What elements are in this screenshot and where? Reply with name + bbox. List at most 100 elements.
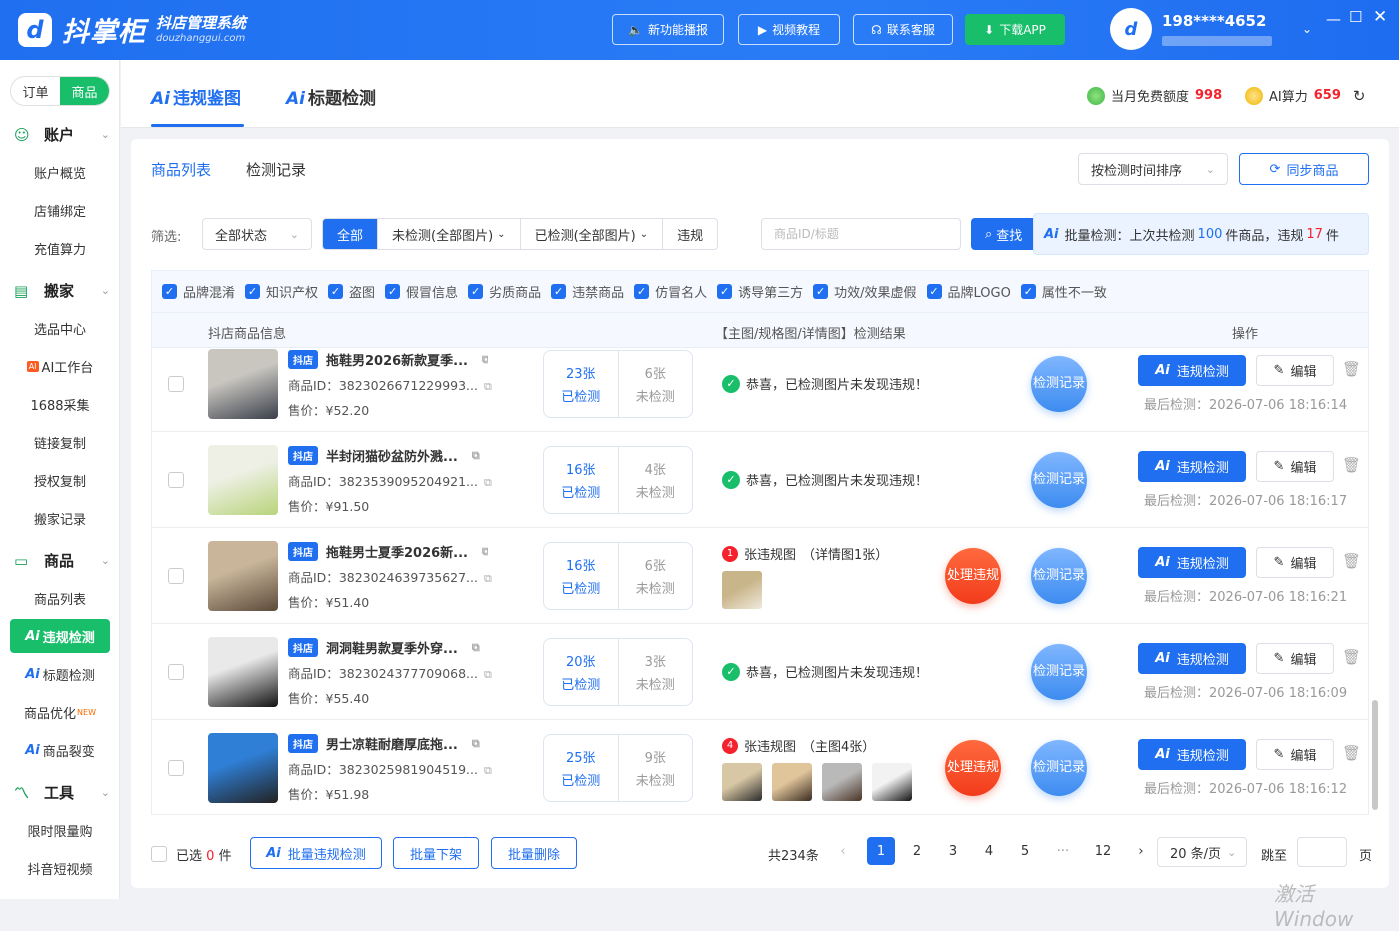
sidebar-item-short-video[interactable]: 抖音短视频 bbox=[10, 851, 110, 885]
detect-record-button[interactable]: 检测 记录 bbox=[1031, 356, 1087, 412]
copy-icon[interactable]: ⧉ bbox=[484, 380, 492, 393]
page-button[interactable]: 2 bbox=[903, 837, 931, 865]
product-image[interactable] bbox=[208, 541, 278, 611]
page-size-select[interactable]: 20 条/页 ⌄ bbox=[1157, 837, 1247, 867]
product-title[interactable]: 抖店 男士凉鞋耐磨厚底拖... ⧉ bbox=[288, 734, 488, 753]
category-filter[interactable]: ✓ 诱导第三方 bbox=[717, 282, 803, 301]
sidebar-item-violation-check[interactable]: Ai 违规检测 bbox=[10, 619, 110, 653]
feature-news-button[interactable]: 🔈 新功能播报 bbox=[612, 14, 724, 45]
sync-products-button[interactable]: ⟳ 同步商品 bbox=[1239, 153, 1369, 185]
page-button[interactable]: 3 bbox=[939, 837, 967, 865]
category-filter[interactable]: ✓ 违禁商品 bbox=[551, 282, 624, 301]
sidebar-item-product-fission[interactable]: Ai 商品裂变 bbox=[10, 733, 110, 767]
copy-icon[interactable]: ⧉ bbox=[472, 737, 480, 751]
violation-detect-button[interactable]: Ai 违规检测 bbox=[1138, 547, 1246, 578]
contact-support-button[interactable]: ☊ 联系客服 bbox=[853, 14, 953, 45]
page-button[interactable]: 12 bbox=[1089, 837, 1117, 865]
category-filter[interactable]: ✓ 知识产权 bbox=[245, 282, 318, 301]
product-image[interactable] bbox=[208, 349, 278, 419]
sidebar-group-account[interactable]: ☺ 账户 ⌄ bbox=[14, 124, 110, 145]
image-check-stats[interactable]: 20张 已检测 3张 未检测 bbox=[543, 638, 693, 706]
sidebar-item-account-overview[interactable]: 账户概览 bbox=[10, 155, 110, 189]
status-select[interactable]: 全部状态 ⌄ bbox=[202, 218, 312, 250]
row-checkbox[interactable] bbox=[168, 664, 184, 680]
batch-delete-button[interactable]: 批量删除 bbox=[491, 837, 577, 869]
tab-violation-image[interactable]: Ai 违规鉴图 bbox=[151, 84, 241, 109]
video-tutorial-button[interactable]: ▶ 视频教程 bbox=[738, 14, 840, 45]
page-button[interactable]: 4 bbox=[975, 837, 1003, 865]
sidebar-item-link-copy[interactable]: 链接复制 bbox=[10, 425, 110, 459]
trash-icon[interactable]: 🗑 bbox=[1342, 648, 1361, 666]
detect-record-button[interactable]: 检测 记录 bbox=[1031, 548, 1087, 604]
jump-page-input[interactable] bbox=[1297, 837, 1347, 867]
violation-detect-button[interactable]: Ai 违规检测 bbox=[1138, 355, 1246, 386]
product-image[interactable] bbox=[208, 445, 278, 515]
category-filter[interactable]: ✓ 属性不一致 bbox=[1020, 282, 1107, 301]
close-icon[interactable]: ✕ bbox=[1373, 7, 1387, 27]
category-filter[interactable]: ✓ 假冒信息 bbox=[385, 282, 458, 301]
tab-title-check[interactable]: Ai 标题检测 bbox=[286, 84, 376, 109]
violation-detect-button[interactable]: Ai 违规检测 bbox=[1138, 739, 1246, 770]
image-check-stats[interactable]: 25张 已检测 9张 未检测 bbox=[543, 734, 693, 802]
copy-icon[interactable]: ⧉ bbox=[472, 641, 480, 655]
trash-icon[interactable]: 🗑 bbox=[1342, 360, 1361, 378]
violation-detect-button[interactable]: Ai 违规检测 bbox=[1138, 451, 1246, 482]
search-button[interactable]: ⌕ 查找 bbox=[971, 218, 1041, 250]
trash-icon[interactable]: 🗑 bbox=[1342, 456, 1361, 474]
product-title[interactable]: 抖店 洞洞鞋男款夏季外穿... ⧉ bbox=[288, 638, 488, 657]
copy-icon[interactable]: ⧉ bbox=[484, 668, 492, 681]
product-image[interactable] bbox=[208, 733, 278, 803]
violation-thumbnail[interactable] bbox=[722, 571, 762, 609]
row-checkbox[interactable] bbox=[168, 568, 184, 584]
image-check-stats[interactable]: 16张 已检测 6张 未检测 bbox=[543, 542, 693, 610]
filter-unchecked[interactable]: 未检测(全部图片) ⌄ bbox=[378, 219, 521, 249]
copy-icon[interactable]: ⧉ bbox=[482, 545, 488, 559]
minimize-icon[interactable]: — bbox=[1326, 10, 1341, 28]
sidebar-item-flash-sale[interactable]: 限时限量购 bbox=[10, 813, 110, 847]
page-button[interactable]: 5 bbox=[1011, 837, 1039, 865]
row-checkbox[interactable] bbox=[168, 376, 184, 392]
handle-violation-button[interactable]: 处理 违规 bbox=[945, 740, 1001, 796]
sidebar-item-product-optimize[interactable]: 商品优化 NEW bbox=[10, 695, 110, 729]
sidebar-item-move-records[interactable]: 搬家记录 bbox=[10, 501, 110, 535]
edit-button[interactable]: ✎ 编辑 bbox=[1256, 451, 1334, 482]
image-check-stats[interactable]: 23张 已检测 6张 未检测 bbox=[543, 350, 693, 418]
category-filter[interactable]: ✓ 盗图 bbox=[328, 282, 375, 301]
sidebar-item-product-list[interactable]: 商品列表 bbox=[10, 581, 110, 615]
chevron-down-icon[interactable]: ⌄ bbox=[1302, 22, 1312, 36]
category-filter[interactable]: ✓ 品牌LOGO bbox=[926, 282, 1011, 301]
maximize-icon[interactable]: ☐ bbox=[1349, 8, 1362, 26]
sidebar-item-selection-center[interactable]: 选品中心 bbox=[10, 311, 110, 345]
filter-violation[interactable]: 违规 bbox=[663, 219, 717, 249]
violation-thumbnail[interactable] bbox=[772, 763, 812, 801]
sidebar-item-1688[interactable]: 1688采集 bbox=[10, 387, 110, 421]
copy-icon[interactable]: ⧉ bbox=[484, 476, 492, 489]
copy-icon[interactable]: ⧉ bbox=[484, 764, 492, 777]
filter-checked[interactable]: 已检测(全部图片) ⌄ bbox=[521, 219, 664, 249]
trash-icon[interactable]: 🗑 bbox=[1342, 744, 1361, 762]
page-button[interactable]: 1 bbox=[867, 837, 895, 865]
violation-thumbnail[interactable] bbox=[872, 763, 912, 801]
copy-icon[interactable]: ⧉ bbox=[482, 353, 488, 367]
user-menu[interactable]: d 198****4652 ⌄ bbox=[1110, 8, 1312, 50]
violation-thumbnail[interactable] bbox=[722, 763, 762, 801]
sidebar-group-tools[interactable]: 〽工具 ⌄ bbox=[14, 782, 110, 803]
sidebar-item-recharge[interactable]: 充值算力 bbox=[10, 231, 110, 265]
edit-button[interactable]: ✎ 编辑 bbox=[1256, 739, 1334, 770]
next-page-icon[interactable]: › bbox=[1127, 837, 1155, 865]
product-title[interactable]: 抖店 半封闭猫砂盆防外溅... ⧉ bbox=[288, 446, 488, 465]
handle-violation-button[interactable]: 处理 违规 bbox=[945, 548, 1001, 604]
copy-icon[interactable]: ⧉ bbox=[472, 449, 480, 463]
sidebar-group-products[interactable]: ▭ 商品 ⌄ bbox=[14, 550, 110, 571]
sort-select[interactable]: 按检测时间排序 ⌄ bbox=[1078, 153, 1228, 185]
category-filter[interactable]: ✓ 劣质商品 bbox=[468, 282, 541, 301]
filter-all[interactable]: 全部 bbox=[323, 219, 379, 249]
edit-button[interactable]: ✎ 编辑 bbox=[1256, 355, 1334, 386]
segment-orders[interactable]: 订单 bbox=[11, 77, 60, 105]
select-all-checkbox[interactable] bbox=[151, 846, 167, 862]
sidebar-item-auth-copy[interactable]: 授权复制 bbox=[10, 463, 110, 497]
category-filter[interactable]: ✓ 仿冒名人 bbox=[634, 282, 707, 301]
product-title[interactable]: 抖店拖鞋男2026新款夏季... ⧉ bbox=[288, 350, 488, 369]
sidebar-item-title-check[interactable]: Ai 标题检测 bbox=[10, 657, 110, 691]
prev-page-icon[interactable]: ‹ bbox=[829, 837, 857, 865]
